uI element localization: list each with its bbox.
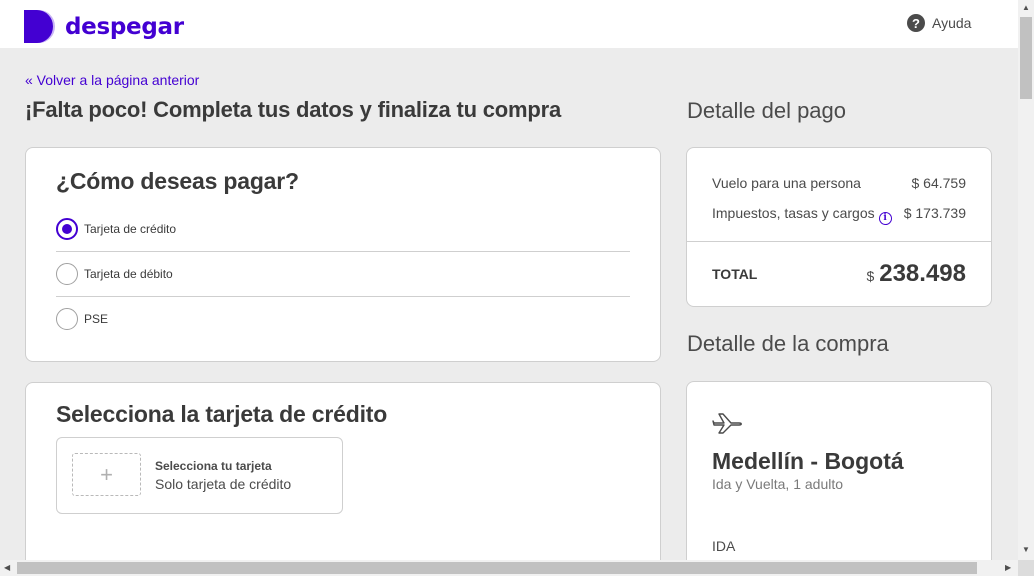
payment-option-debit[interactable]: Tarjeta de débito [56, 251, 630, 296]
help-icon: ? [907, 14, 925, 32]
brand-name: despegar [65, 13, 184, 40]
info-icon[interactable]: i [878, 211, 892, 225]
scroll-left-icon[interactable]: ◀ [4, 564, 10, 572]
leg-label: IDA [712, 538, 736, 554]
select-card-subtitle: Solo tarjeta de crédito [155, 476, 292, 492]
payment-method-card: ¿Cómo deseas pagar? Tarjeta de crédito T… [25, 147, 661, 362]
payment-option-label: Tarjeta de débito [84, 266, 173, 281]
taxes-row-amount: $ 173.739 [903, 205, 966, 221]
total-currency: $ [866, 268, 875, 284]
divider [687, 241, 991, 242]
total-label: TOTAL [712, 266, 758, 282]
radio-credit[interactable] [56, 217, 78, 240]
route-info: Ida y Vuelta, 1 adulto [712, 476, 844, 492]
taxes-row-label-wrap: Impuestos, tasas y cargos i [712, 205, 892, 225]
add-card-icon: + [72, 453, 141, 496]
select-card-title: Selecciona tu tarjeta [155, 459, 272, 473]
payment-option-credit[interactable]: Tarjeta de crédito [56, 206, 630, 251]
payment-detail-card: Vuelo para una persona $ 64.759 Impuesto… [686, 147, 992, 307]
taxes-row: Impuestos, tasas y cargos i $ 173.739 [712, 205, 966, 225]
payment-option-label: Tarjeta de crédito [84, 221, 177, 236]
radio-pse[interactable] [56, 307, 78, 330]
purchase-detail-card: Medellín - Bogotá Ida y Vuelta, 1 adulto… [686, 381, 992, 576]
scroll-down-icon[interactable]: ▼ [1022, 546, 1030, 554]
radio-debit[interactable] [56, 262, 78, 285]
top-header: despegar ? Ayuda [0, 0, 1018, 48]
price-row-amount: $ 64.759 [911, 175, 967, 191]
page-title: ¡Falta poco! Completa tus datos y finali… [25, 97, 562, 122]
scroll-up-icon[interactable]: ▲ [1022, 4, 1030, 12]
total-value: 238.498 [879, 260, 966, 287]
vertical-scroll-thumb[interactable] [1020, 17, 1032, 99]
price-row: Vuelo para una persona $ 64.759 [712, 175, 966, 191]
price-row-label: Vuelo para una persona [712, 175, 861, 191]
total-amount: $ 238.498 [866, 260, 966, 288]
scrollbar-corner [1018, 560, 1034, 576]
purchase-detail-title: Detalle de la compra [687, 331, 889, 356]
horizontal-scrollbar[interactable]: ◀ ▶ [0, 560, 1018, 576]
scroll-right-icon[interactable]: ▶ [1005, 564, 1011, 572]
despegar-logo-icon [24, 10, 55, 43]
taxes-row-label: Impuestos, tasas y cargos [712, 205, 875, 221]
card-selection-card: Selecciona la tarjeta de crédito + Selec… [25, 382, 661, 576]
payment-method-heading: ¿Cómo deseas pagar? [56, 168, 299, 194]
help-link[interactable]: ? Ayuda [907, 14, 971, 32]
airplane-icon [712, 413, 742, 434]
horizontal-scroll-thumb[interactable] [17, 562, 977, 574]
card-selection-heading: Selecciona la tarjeta de crédito [56, 401, 388, 427]
brand-logo[interactable]: despegar [24, 10, 184, 43]
help-label: Ayuda [932, 15, 972, 31]
back-link[interactable]: « Volver a la página anterior [25, 72, 199, 88]
payment-detail-title: Detalle del pago [687, 98, 847, 123]
payment-option-label: PSE [84, 311, 109, 326]
select-card-button[interactable]: + Selecciona tu tarjeta Solo tarjeta de … [56, 437, 343, 514]
vertical-scrollbar[interactable]: ▲ ▼ [1018, 0, 1034, 560]
route-title: Medellín - Bogotá [712, 448, 904, 474]
payment-option-pse[interactable]: PSE [56, 296, 630, 341]
